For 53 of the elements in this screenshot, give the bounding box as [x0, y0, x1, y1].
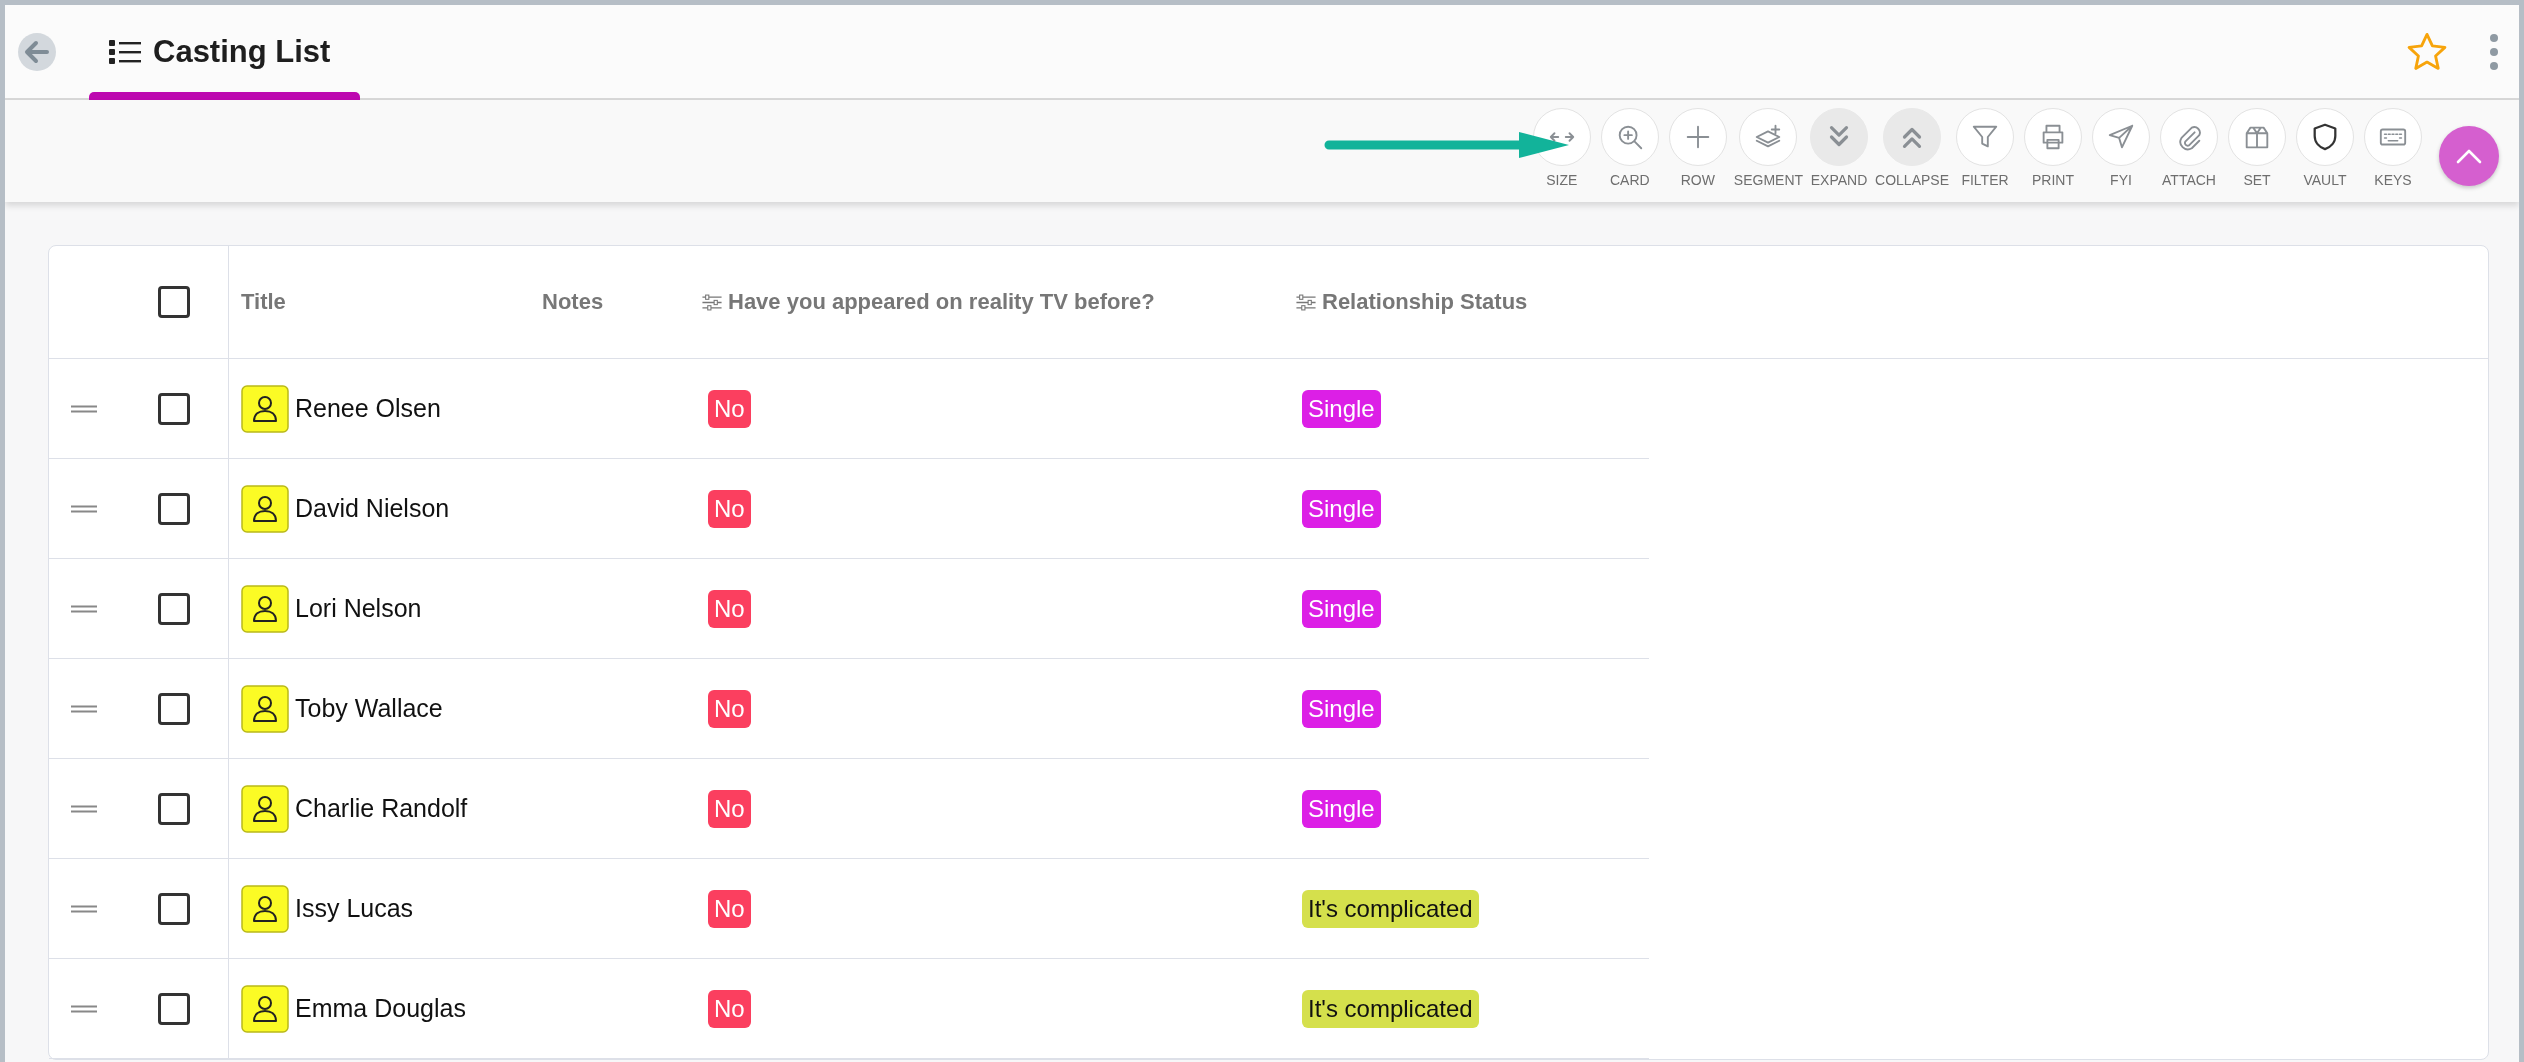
column-header[interactable]: Title	[241, 289, 286, 315]
row-checkbox[interactable]	[157, 892, 190, 925]
status-tag: It's complicated	[1302, 989, 1479, 1028]
drag-handle-icon[interactable]	[71, 704, 97, 713]
person-icon	[241, 684, 289, 733]
status-tag: Single	[1302, 689, 1381, 728]
row-checkbox[interactable]	[157, 692, 190, 725]
status-tag: It's complicated	[1302, 889, 1479, 928]
person-name[interactable]: Emma Douglas	[295, 994, 466, 1023]
person-icon	[241, 884, 289, 933]
person-name[interactable]: Charlie Randolf	[295, 794, 468, 823]
answer-tag: No	[708, 989, 751, 1028]
person-name[interactable]: Issy Lucas	[295, 894, 414, 923]
column-header[interactable]: Relationship Status	[1296, 289, 1528, 315]
status-tag: Single	[1302, 489, 1381, 528]
status-tag: Single	[1302, 389, 1381, 428]
answer-tag: No	[708, 489, 751, 528]
person-icon	[241, 384, 289, 433]
list-icon	[109, 38, 141, 65]
select-all-checkbox[interactable]	[157, 286, 190, 318]
status-tag: Single	[1302, 789, 1381, 828]
column-header[interactable]: Have you appeared on reality TV before?	[702, 289, 1155, 315]
drag-handle-icon[interactable]	[71, 404, 97, 413]
row-checkbox[interactable]	[157, 592, 190, 625]
sliders-icon	[702, 293, 722, 311]
column-header[interactable]: Notes	[542, 289, 604, 315]
answer-tag: No	[708, 789, 751, 828]
person-icon	[241, 584, 289, 633]
answer-tag: No	[708, 689, 751, 728]
more-icon[interactable]	[2489, 31, 2499, 72]
answer-tag: No	[708, 889, 751, 928]
person-name[interactable]: Toby Wallace	[295, 694, 443, 723]
answer-tag: No	[708, 389, 751, 428]
answer-tag: No	[708, 589, 751, 628]
person-icon	[241, 784, 289, 833]
person-name[interactable]: Lori Nelson	[295, 594, 422, 623]
status-tag: Single	[1302, 589, 1381, 628]
drag-handle-icon[interactable]	[71, 804, 97, 813]
drag-handle-icon[interactable]	[71, 504, 97, 513]
sliders-icon	[1296, 293, 1316, 311]
drag-handle-icon[interactable]	[71, 1004, 97, 1013]
person-icon	[241, 984, 289, 1033]
person-name[interactable]: David Nielson	[295, 494, 450, 523]
row-checkbox[interactable]	[157, 792, 190, 825]
drag-handle-icon[interactable]	[71, 904, 97, 913]
row-checkbox[interactable]	[157, 492, 190, 525]
person-icon	[241, 484, 289, 533]
person-name[interactable]: Renee Olsen	[295, 394, 441, 423]
page-title: Casting List	[153, 33, 331, 70]
drag-handle-icon[interactable]	[71, 604, 97, 613]
row-checkbox[interactable]	[157, 392, 190, 425]
row-checkbox[interactable]	[157, 992, 190, 1025]
scroll-up-button[interactable]	[2439, 126, 2499, 186]
